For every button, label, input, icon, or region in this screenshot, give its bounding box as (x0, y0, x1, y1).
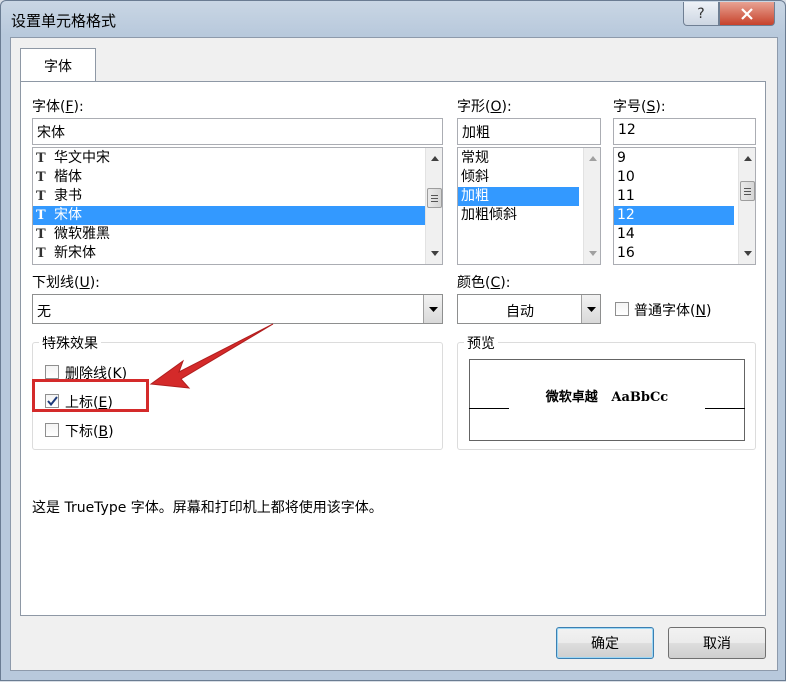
font-item-1[interactable]: T 楷体 (33, 168, 426, 187)
scroll-down-arrow-icon[interactable] (426, 245, 442, 262)
ok-button[interactable]: 确定 (556, 627, 654, 659)
color-label: 颜色(C): (457, 275, 511, 291)
truetype-icon: T (36, 227, 46, 242)
truetype-icon: T (36, 151, 46, 166)
size-item-3[interactable]: 12 (614, 206, 734, 225)
underline-select[interactable]: 无 (32, 294, 443, 324)
size-input[interactable]: 12 (613, 118, 756, 145)
underline-label: 下划线(U): (32, 275, 100, 291)
color-value: 自动 (506, 304, 534, 320)
truetype-icon: T (36, 170, 46, 185)
scroll-down-arrow-icon[interactable] (584, 245, 600, 262)
truetype-icon: T (36, 246, 46, 261)
window-title: 设置单元格格式 (11, 12, 117, 30)
preview-caption: 预览 (464, 333, 498, 353)
close-icon (741, 7, 753, 20)
size-item-0[interactable]: 9 (614, 149, 734, 168)
preview-sample-en: AaBbCc (611, 390, 669, 405)
style-item-3[interactable]: 加粗倾斜 (458, 206, 579, 225)
style-item-2[interactable]: 加粗 (458, 187, 579, 206)
font-list-scrollbar[interactable] (425, 148, 442, 264)
style-list-scrollbar[interactable] (583, 148, 600, 264)
truetype-icon: T (36, 189, 46, 204)
underline-value: 无 (37, 304, 51, 320)
chevron-down-icon[interactable] (423, 295, 442, 323)
style-item-1[interactable]: 倾斜 (458, 168, 579, 187)
tab-font[interactable]: 字体 (20, 48, 96, 82)
font-list-items: T 华文中宋 T 楷体 T 隶书 T 宋体 T 微软雅黑 T 新宋体 (33, 149, 426, 263)
scroll-up-arrow-icon[interactable] (426, 150, 442, 167)
annotation-highlight-box (32, 379, 149, 412)
preview-sample-cn: 微软卓越 (545, 390, 598, 405)
font-name-input[interactable]: 宋体 (32, 118, 443, 145)
size-item-2[interactable]: 11 (614, 187, 734, 206)
font-item-2[interactable]: T 隶书 (33, 187, 426, 206)
help-icon: ? (697, 5, 705, 22)
style-list-items: 常规 倾斜 加粗 加粗倾斜 (458, 149, 579, 225)
style-item-0[interactable]: 常规 (458, 149, 579, 168)
style-listbox[interactable]: 常规 倾斜 加粗 加粗倾斜 (457, 147, 601, 265)
title-bar[interactable]: 设置单元格格式 ? (1, 1, 785, 37)
font-listbox[interactable]: T 华文中宋 T 楷体 T 隶书 T 宋体 T 微软雅黑 T 新宋体 (32, 147, 443, 265)
style-input[interactable]: 加粗 (457, 118, 601, 145)
size-list-scrollbar[interactable] (738, 148, 755, 264)
normal-font-checkbox[interactable] (615, 302, 629, 316)
font-item-0[interactable]: T 华文中宋 (33, 149, 426, 168)
scroll-up-arrow-icon[interactable] (739, 150, 755, 167)
cancel-button[interactable]: 取消 (668, 627, 766, 659)
subscript-label[interactable]: 下标(B) (65, 421, 114, 441)
size-list-items: 9 10 11 12 14 16 (614, 149, 734, 263)
style-label: 字形(O): (457, 99, 512, 115)
ok-button-label: 确定 (591, 636, 619, 652)
subscript-checkbox[interactable] (45, 423, 59, 437)
size-item-4[interactable]: 14 (614, 225, 734, 244)
dialog-client: 字体 字体(F): 宋体 T 华文中宋 T 楷体 T 隶书 T 宋体 T 微软雅黑 T 新宋… (10, 37, 778, 671)
strikethrough-checkbox[interactable] (45, 365, 59, 379)
scroll-down-arrow-icon[interactable] (739, 245, 755, 262)
truetype-icon: T (36, 208, 46, 223)
font-info-text: 这是 TrueType 字体。屏幕和打印机上都将使用该字体。 (32, 500, 383, 516)
size-item-5[interactable]: 16 (614, 244, 734, 263)
scroll-thumb[interactable] (427, 188, 442, 208)
tab-font-label: 字体 (44, 58, 72, 75)
size-item-1[interactable]: 10 (614, 168, 734, 187)
font-label: 字体(F): (32, 99, 84, 115)
normal-font-label[interactable]: 普通字体(N) (634, 300, 711, 320)
size-label: 字号(S): (613, 99, 666, 115)
size-listbox[interactable]: 9 10 11 12 14 16 (613, 147, 756, 265)
close-button[interactable] (719, 2, 775, 26)
cancel-button-label: 取消 (703, 636, 731, 652)
font-item-3[interactable]: T 宋体 (33, 206, 426, 225)
font-item-5[interactable]: T 新宋体 (33, 244, 426, 263)
font-item-4[interactable]: T 微软雅黑 (33, 225, 426, 244)
preview-box: 微软卓越 AaBbCc (469, 359, 745, 441)
color-select[interactable]: 自动 (457, 294, 601, 324)
scroll-thumb[interactable] (740, 181, 755, 201)
format-cells-dialog: 设置单元格格式 ? 字体 字体(F): 宋体 T 华文中宋 T 楷体 T 隶书 … (0, 0, 786, 681)
scroll-up-arrow-icon[interactable] (584, 150, 600, 167)
effects-caption: 特殊效果 (39, 333, 101, 353)
chevron-down-icon[interactable] (581, 295, 600, 323)
help-button[interactable]: ? (683, 2, 719, 26)
font-tab-panel: 字体(F): 宋体 T 华文中宋 T 楷体 T 隶书 T 宋体 T 微软雅黑 T 新宋体 (20, 81, 766, 616)
